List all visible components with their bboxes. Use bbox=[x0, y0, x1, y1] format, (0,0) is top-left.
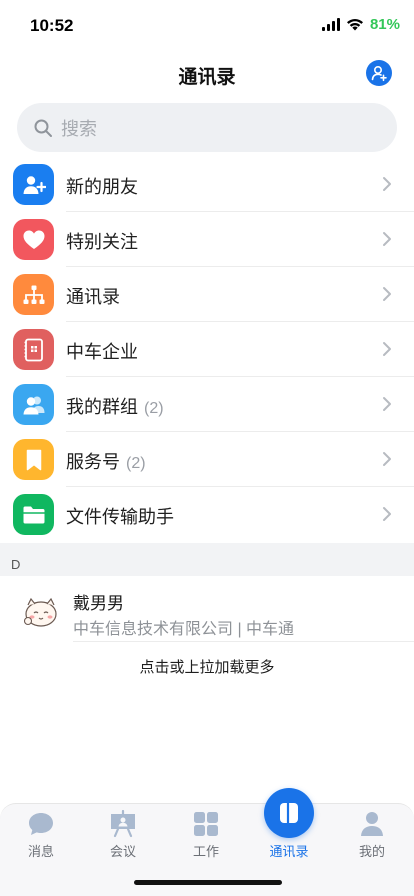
search-icon bbox=[34, 119, 52, 137]
status-time: 10:52 bbox=[30, 16, 74, 35]
chevron-right-icon bbox=[383, 232, 391, 246]
signal-icon bbox=[321, 18, 340, 31]
divider bbox=[73, 641, 414, 642]
menu-item-label: 特别关注 bbox=[66, 232, 138, 252]
tab-label: 消息 bbox=[27, 844, 54, 859]
chevron-right-icon bbox=[383, 507, 391, 521]
menu-item-my-groups[interactable]: 我的群组 (2) bbox=[0, 377, 414, 432]
tab-messages[interactable]: 消息 bbox=[0, 804, 82, 864]
enterprise-icon bbox=[13, 329, 54, 370]
menu-item-label: 我的群组 (2) bbox=[66, 397, 164, 417]
menu-item-crrc-enterprise[interactable]: 中车企业 bbox=[0, 322, 414, 377]
menu-item-label: 新的朋友 bbox=[66, 177, 138, 197]
chevron-right-icon bbox=[383, 452, 391, 466]
avatar bbox=[20, 590, 62, 632]
message-icon bbox=[29, 813, 53, 835]
menu-item-directory[interactable]: 通讯录 bbox=[0, 267, 414, 322]
tab-label: 通讯录 bbox=[269, 844, 309, 859]
chevron-right-icon bbox=[383, 397, 391, 411]
profile-icon bbox=[361, 812, 383, 836]
menu-item-new-friends[interactable]: 新的朋友 bbox=[0, 157, 414, 212]
tab-label: 我的 bbox=[358, 844, 385, 859]
work-icon bbox=[194, 812, 218, 836]
header: 通讯录 bbox=[0, 50, 414, 96]
bookmark-icon bbox=[13, 439, 54, 480]
meeting-icon bbox=[111, 810, 135, 838]
chevron-right-icon bbox=[383, 177, 391, 191]
tab-label: 会议 bbox=[109, 844, 136, 859]
search-input[interactable]: 搜索 bbox=[17, 103, 397, 152]
status-bar: 10:52 81% bbox=[0, 0, 414, 50]
menu-item-label: 文件传输助手 bbox=[66, 507, 174, 527]
wifi-icon bbox=[346, 19, 363, 31]
menu-item-special-follow[interactable]: 特别关注 bbox=[0, 212, 414, 267]
contact-organization: 中车信息技术有限公司 | 中车通 bbox=[73, 621, 295, 638]
chevron-right-icon bbox=[383, 287, 391, 301]
service-count: (2) bbox=[126, 455, 146, 472]
status-indicators: 81% bbox=[321, 16, 400, 33]
section-header: D bbox=[0, 543, 414, 576]
menu-item-label: 服务号 (2) bbox=[66, 452, 146, 472]
chevron-right-icon bbox=[383, 342, 391, 356]
menu-item-label: 中车企业 bbox=[66, 342, 138, 362]
battery-level: 81% bbox=[369, 16, 400, 33]
tab-label: 工作 bbox=[192, 844, 219, 859]
menu-list: 新的朋友 特别关注 通讯录 中车企业 我的群组 (2) 服务号 (2) 文件传输… bbox=[0, 157, 414, 542]
menu-item-file-transfer[interactable]: 文件传输助手 bbox=[0, 487, 414, 542]
tab-profile[interactable]: 我的 bbox=[331, 804, 413, 864]
page-title: 通讯录 bbox=[178, 67, 236, 88]
tab-meetings[interactable]: 会议 bbox=[82, 804, 164, 864]
menu-item-service-accounts[interactable]: 服务号 (2) bbox=[0, 432, 414, 487]
heart-icon bbox=[13, 219, 54, 260]
contact-name: 戴男男 bbox=[73, 594, 124, 613]
org-chart-icon bbox=[13, 274, 54, 315]
contacts-icon bbox=[264, 788, 314, 838]
contact-row[interactable]: 戴男男 中车信息技术有限公司 | 中车通 bbox=[0, 576, 414, 642]
tab-work[interactable]: 工作 bbox=[165, 804, 247, 864]
menu-item-label: 通讯录 bbox=[66, 287, 120, 307]
search-placeholder: 搜索 bbox=[61, 118, 97, 139]
group-icon bbox=[13, 384, 54, 425]
tab-contacts[interactable]: 通讯录 bbox=[248, 788, 330, 864]
add-contact-button[interactable] bbox=[366, 60, 392, 86]
load-more-button[interactable]: 点击或上拉加载更多 bbox=[0, 656, 414, 677]
section-letter: D bbox=[11, 557, 21, 572]
folder-icon bbox=[13, 494, 54, 535]
add-friend-icon bbox=[13, 164, 54, 205]
home-indicator bbox=[134, 880, 282, 885]
add-person-icon bbox=[371, 65, 387, 82]
group-count: (2) bbox=[144, 400, 164, 417]
